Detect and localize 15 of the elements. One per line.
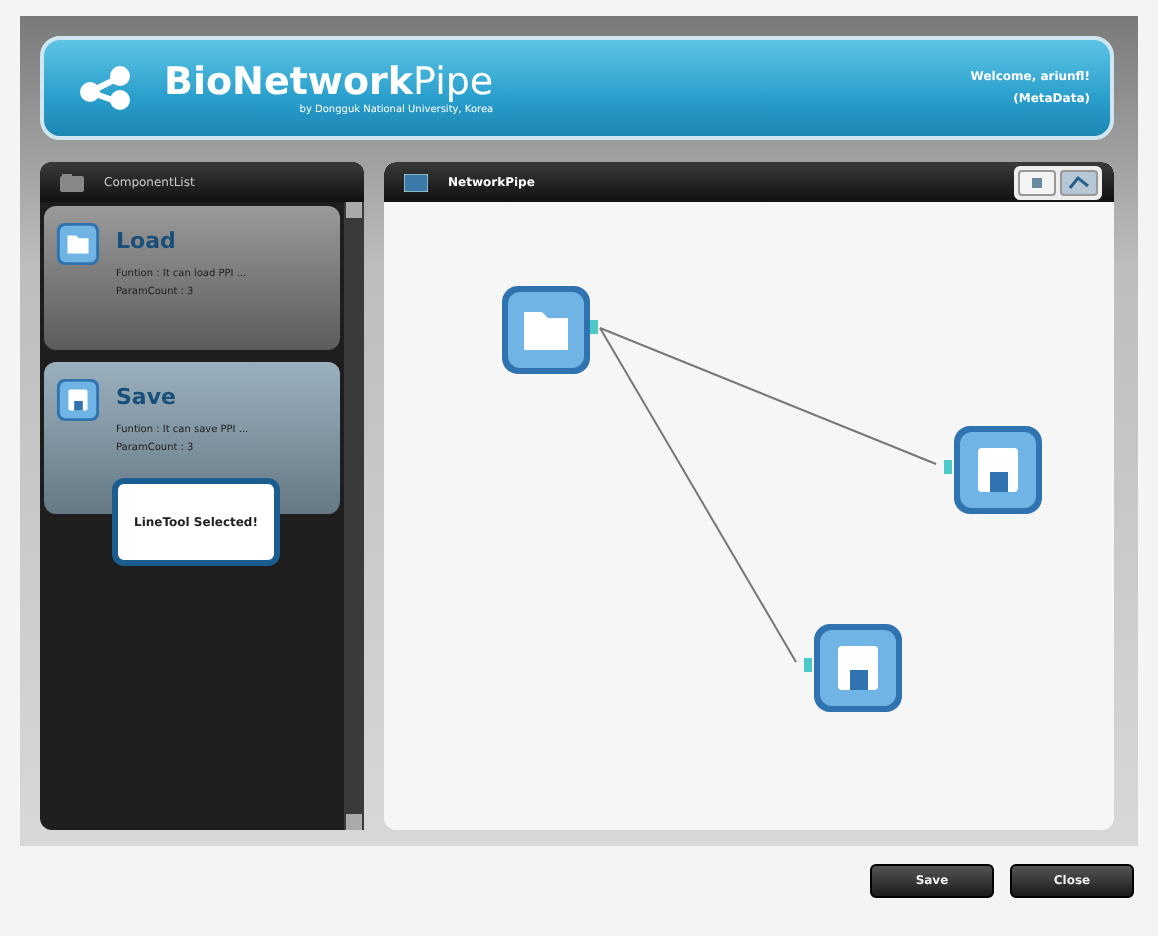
window-icon	[404, 173, 428, 191]
component-name: Load	[116, 228, 178, 254]
component-name: Save	[116, 384, 178, 410]
floppy-icon[interactable]	[56, 378, 100, 422]
scrollbar[interactable]	[344, 202, 364, 830]
folder-icon[interactable]	[56, 222, 100, 266]
floppy-node[interactable]	[804, 622, 904, 714]
app-title: BioNetworkPipe	[164, 60, 494, 104]
folder-node[interactable]	[500, 284, 600, 376]
line-tool-button[interactable]	[1060, 169, 1098, 195]
folder-icon	[60, 173, 84, 191]
floppy-node[interactable]	[944, 424, 1044, 516]
select-tool-button[interactable]	[1018, 169, 1056, 195]
logo-icon	[76, 64, 136, 112]
square-icon	[1026, 174, 1048, 190]
